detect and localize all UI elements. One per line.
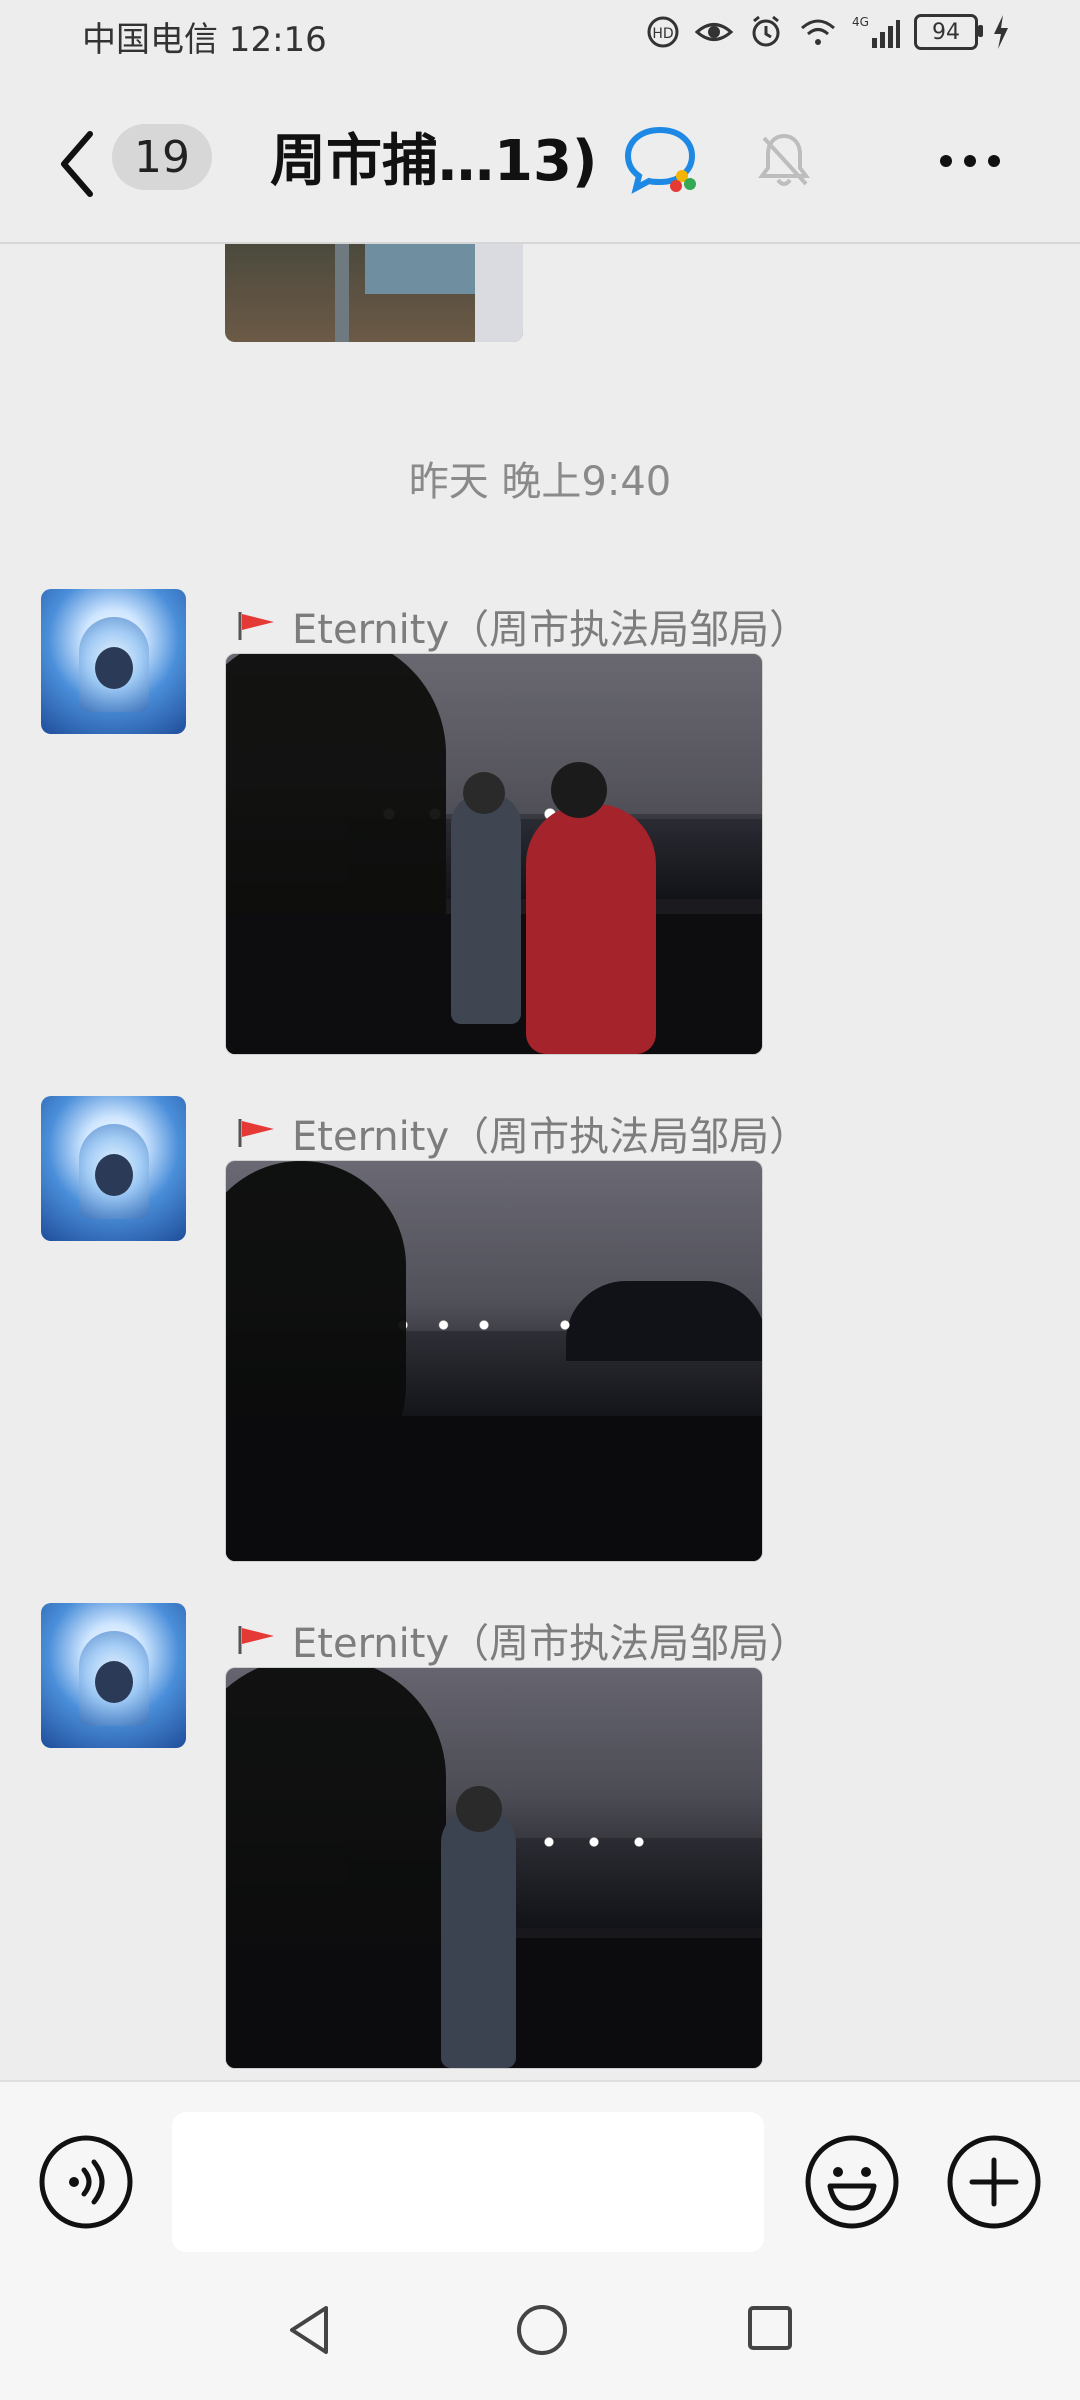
red-flag-icon [238,1119,274,1147]
status-carrier-time: 中国电信 12:16 [82,20,327,60]
wecom-chat-icon [620,120,700,200]
red-flag-icon [238,1626,274,1654]
sender-name: Eternity（周市执法局邹局） [292,607,810,653]
circle-home-icon [517,2305,567,2355]
system-nav-bar [0,2260,1080,2400]
message-input-bar [0,2080,1080,2262]
signal-icon: 4G [852,14,900,50]
nav-recents-button[interactable] [746,2304,794,2352]
message-timestamp: 昨天 晚上9:40 [408,459,672,505]
chevron-left-icon [61,131,93,197]
nav-home-button[interactable] [514,2302,570,2358]
nav-back-button[interactable] [282,2302,338,2358]
sender-name: Eternity（周市执法局邹局） [292,1114,810,1160]
emoji-button[interactable] [804,2134,900,2230]
previous-image-message[interactable] [225,244,523,342]
avatar[interactable] [41,1603,186,1748]
chat-header: 19 周市捕…13) [0,72,1080,244]
bell-off-icon [756,130,812,190]
message-item: Eternity（周市执法局邹局） [0,589,1080,1055]
message-sender: Eternity（周市执法局邹局） [236,1104,809,1162]
avatar[interactable] [41,589,186,734]
more-functions-button[interactable] [946,2134,1042,2230]
triangle-back-icon [290,2306,328,2354]
red-flag-icon [238,612,274,640]
message-sender: Eternity（周市执法局邹局） [236,597,809,655]
image-message[interactable] [225,653,763,1055]
back-button[interactable] [52,124,102,204]
wifi-icon [798,16,838,48]
message-input[interactable] [172,2112,764,2252]
status-icons: HD 4G 94 [646,14,1010,50]
image-message[interactable] [225,1160,763,1562]
charging-icon [992,15,1010,49]
emoji-icon [805,2135,899,2229]
chat-messages[interactable]: 昨天 晚上9:40 Eternity（周市执法局邹局） Eternity（周市执… [0,244,1080,2080]
voice-icon [39,2135,133,2229]
eye-icon [694,17,734,47]
sender-name: Eternity（周市执法局邹局） [292,1621,810,1667]
alarm-icon [748,14,784,50]
message-item: Eternity（周市执法局邹局） [0,1096,1080,1562]
battery-icon: 94 [914,14,983,50]
square-recents-icon [748,2306,792,2350]
svg-text:HD: HD [652,26,673,42]
plus-icon [947,2135,1041,2229]
more-button[interactable] [940,152,1020,172]
avatar[interactable] [41,1096,186,1241]
hd-icon: HD [646,15,680,49]
more-icon [940,155,952,167]
message-sender: Eternity（周市执法局邹局） [236,1611,809,1669]
status-bar: 中国电信 12:16 HD 4G 94 [0,0,1080,72]
image-message[interactable] [225,1667,763,2069]
message-item: Eternity（周市执法局邹局） [0,1603,1080,2069]
voice-button[interactable] [38,2134,134,2230]
chat-title[interactable]: 周市捕…13) [270,116,598,197]
svg-text:4G: 4G [852,15,869,29]
unread-count-badge[interactable]: 19 [112,124,212,190]
